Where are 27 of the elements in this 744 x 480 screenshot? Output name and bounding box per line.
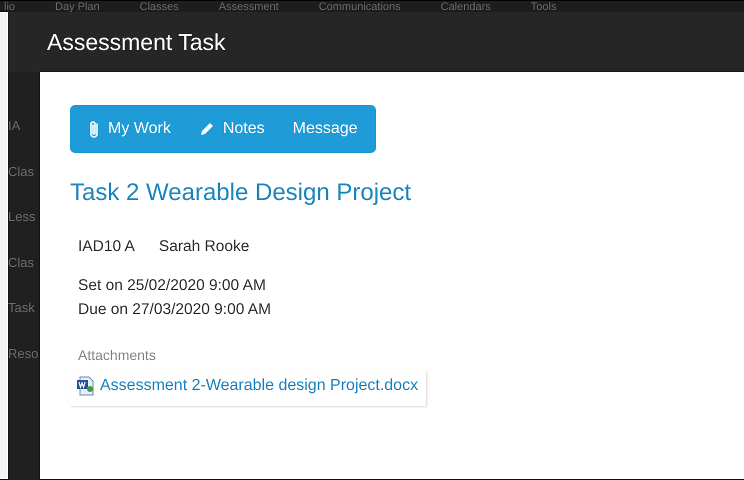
- set-date: Set on 25/02/2020 9:00 AM: [77, 276, 267, 296]
- teacher-name: Sarah Rooke: [158, 237, 250, 257]
- modal-title: Assessment Task: [47, 28, 226, 57]
- action-button[interactable]: My Work: [74, 105, 185, 153]
- paperclip-icon: [88, 120, 100, 138]
- class-name: IAD10 A: [78, 237, 135, 257]
- action-button[interactable]: Message: [278, 105, 372, 153]
- due-date: Due on 27/03/2020 9:00 AM: [77, 300, 272, 320]
- sidebar-item[interactable]: Less: [8, 207, 40, 226]
- sidebar-item[interactable]: Reso: [8, 344, 40, 363]
- attachments-label: Attachments: [77, 346, 157, 365]
- nav-item[interactable]: Day Plan: [55, 1, 100, 12]
- attachment-link[interactable]: Assessment 2-Wearable design Project.docx: [100, 374, 418, 398]
- nav-item[interactable]: Classes: [140, 1, 179, 12]
- sidebar-item[interactable]: IA: [8, 116, 40, 136]
- nav-item[interactable]: Assessment: [218, 1, 279, 12]
- pencil-icon: [198, 121, 215, 137]
- nav-item[interactable]: Tools: [530, 1, 556, 12]
- nav-item[interactable]: Communications: [318, 1, 401, 12]
- nav-item[interactable]: Calendars: [440, 1, 491, 12]
- sidebar-item[interactable]: Clas: [8, 162, 40, 181]
- action-button[interactable]: Notes: [184, 105, 279, 153]
- sidebar-item[interactable]: Task: [8, 298, 40, 318]
- sidebar-item[interactable]: Clas: [8, 252, 40, 272]
- nav-item[interactable]: lio: [4, 1, 16, 12]
- task-title: Task 2 Wearable Design Project: [70, 178, 412, 208]
- document-icon: [76, 376, 96, 396]
